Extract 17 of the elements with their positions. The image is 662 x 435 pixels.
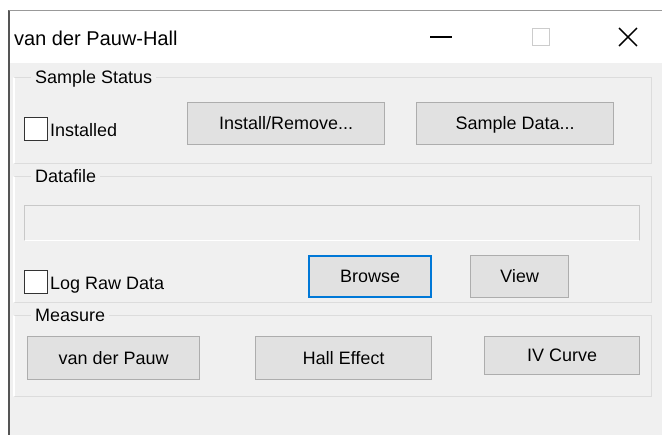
browse-button[interactable]: Browse (308, 255, 432, 298)
close-icon[interactable] (618, 27, 638, 47)
hall-effect-button[interactable]: Hall Effect (255, 336, 432, 380)
view-button[interactable]: View (470, 255, 569, 298)
iv-curve-button[interactable]: IV Curve (484, 336, 640, 375)
window-title: van der Pauw-Hall (14, 28, 178, 50)
group-title: Datafile (34, 166, 98, 187)
checkbox-label: Log Raw Data (50, 273, 164, 294)
group-title: Sample Status (34, 67, 154, 88)
install-remove-button[interactable]: Install/Remove... (187, 102, 385, 145)
group-title: Measure (34, 305, 106, 326)
checkbox[interactable] (24, 270, 48, 294)
maximize-icon (532, 28, 550, 46)
checkbox-label: Installed (50, 120, 118, 141)
sample-data-button[interactable]: Sample Data... (416, 102, 614, 145)
van-der-pauw-button[interactable]: van der Pauw (27, 336, 200, 380)
checkbox[interactable] (24, 116, 48, 140)
